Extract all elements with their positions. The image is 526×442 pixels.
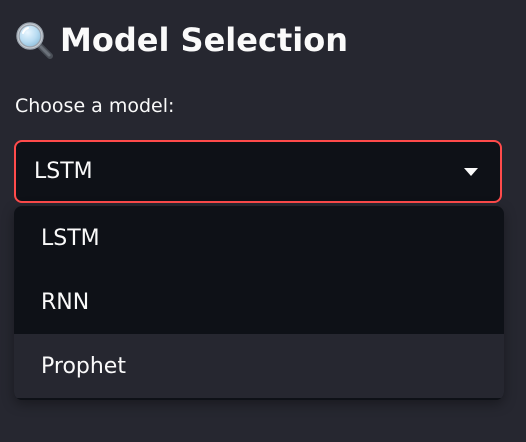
- model-select-value: LSTM: [34, 159, 93, 184]
- option-prophet[interactable]: Prophet: [14, 334, 504, 398]
- option-lstm[interactable]: LSTM: [14, 206, 504, 270]
- page-title: Model Selection: [14, 16, 348, 64]
- model-select-label: Choose a model:: [15, 95, 175, 117]
- model-dropdown-menu: LSTM RNN Prophet: [14, 206, 504, 400]
- page-title-text: Model Selection: [60, 21, 348, 59]
- caret-down-icon[interactable]: [460, 161, 482, 183]
- model-select[interactable]: LSTM: [14, 140, 502, 203]
- option-rnn[interactable]: RNN: [14, 270, 504, 334]
- magnifier-icon: [14, 20, 54, 60]
